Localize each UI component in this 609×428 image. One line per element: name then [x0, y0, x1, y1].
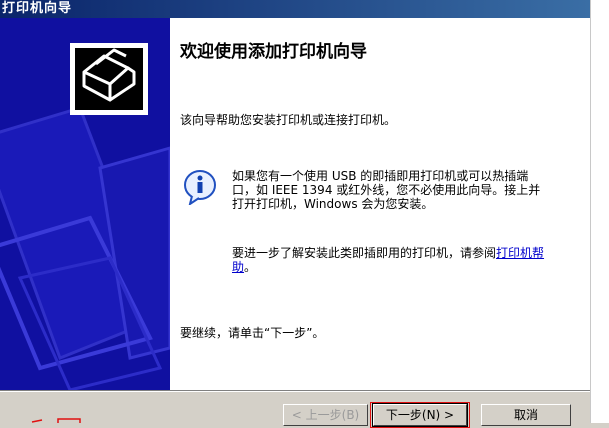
continue-text: 要继续，请单击“下一步”。: [180, 326, 325, 340]
intro-text: 该向导帮助您安装打印机或连接打印机。: [180, 113, 397, 127]
page-title: 欢迎使用添加打印机向导: [180, 42, 367, 62]
more-info-suffix: 。: [244, 260, 257, 274]
info-icon: [184, 170, 216, 205]
window-title: 打印机向导: [0, 0, 590, 18]
info-text: 如果您有一个使用 USB 的即插即用打印机或可以热插端口，如 IEEE 1394…: [232, 169, 541, 211]
printer-watermark: [0, 18, 170, 390]
separator: [0, 391, 590, 392]
annotation-marks: [31, 418, 81, 423]
more-info-text: 要进一步了解安装此类即插即用的打印机，请参阅打印机帮助。: [232, 246, 550, 274]
more-info-prefix: 要进一步了解安装此类即插即用的打印机，请参阅: [232, 246, 497, 260]
wizard-banner: [0, 18, 170, 390]
background-strip: [590, 0, 609, 423]
printer-logo-icon: [70, 43, 148, 115]
wizard-content: 欢迎使用添加打印机向导 该向导帮助您安装打印机或连接打印机。 如果您有一个使用 …: [170, 18, 590, 390]
